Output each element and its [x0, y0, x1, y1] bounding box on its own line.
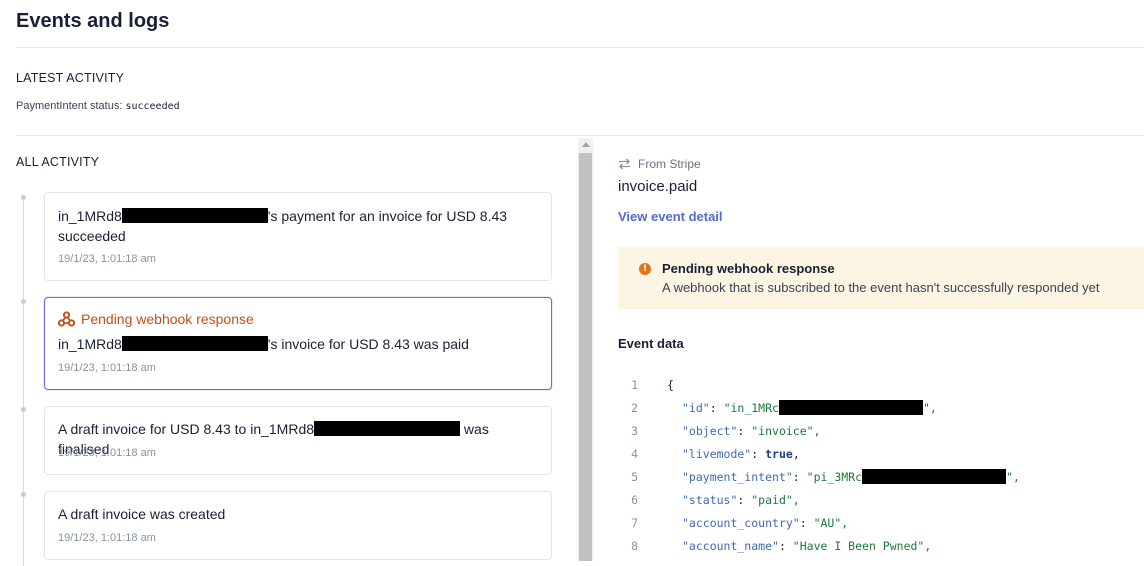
event-data-code[interactable]: 1 { 2 "id": "in_1MRc ", 3 "object": "invo…	[618, 374, 1144, 558]
page-title: Events and logs	[16, 10, 170, 32]
code-line: 8 "account_name": "Have I Been Pwned",	[631, 539, 932, 553]
timeline-dot	[21, 492, 26, 497]
code-line: 5 "payment_intent": "pi_3MRc ",	[631, 469, 1020, 484]
event-data-heading: Event data	[618, 336, 684, 351]
alert-title: Pending webhook response	[662, 261, 835, 276]
code-line: 6 "status": "paid",	[631, 493, 800, 507]
timeline-line	[23, 196, 24, 566]
pending-webhook-alert: ! Pending webhook response A webhook tha…	[618, 247, 1144, 309]
event-type: invoice.paid	[618, 178, 698, 195]
activity-card[interactable]: A draft invoice was created 19/1/23, 1:0…	[44, 491, 552, 560]
view-event-detail-link[interactable]: View event detail	[618, 209, 723, 224]
activity-card[interactable]: in_1MRd8's payment for an invoice for US…	[44, 192, 552, 281]
code-line: 2 "id": "in_1MRc ",	[631, 400, 937, 415]
activity-text: in_1MRd8's invoice for USD 8.43 was paid	[58, 336, 469, 352]
redaction	[862, 469, 1007, 484]
latest-activity-heading: LATEST ACTIVITY	[16, 71, 125, 85]
payment-status: PaymentIntent status: succeeded	[16, 100, 180, 112]
warning-icon: !	[639, 263, 651, 275]
activity-text: in_1MRd8's payment for an invoice for US…	[58, 208, 508, 244]
timeline-dot	[21, 299, 26, 304]
activity-timestamp: 19/1/23, 1:01:18 am	[58, 362, 156, 374]
activity-timestamp: 19/1/23, 1:01:18 am	[58, 532, 156, 544]
status-value: succeeded	[125, 101, 180, 112]
swap-arrows-icon	[619, 158, 630, 170]
scroll-up-arrow-icon[interactable]	[582, 142, 590, 147]
activity-timestamp: 19/1/23, 1:01:18 am	[58, 253, 156, 265]
alert-body: A webhook that is subscribed to the even…	[662, 280, 1100, 295]
redaction	[121, 336, 268, 351]
code-line: 3 "object": "invoice",	[631, 424, 821, 438]
redaction	[778, 400, 923, 415]
status-label: PaymentIntent status:	[16, 100, 123, 112]
code-line: 7 "account_country": "AU",	[631, 516, 849, 530]
activity-text: A draft invoice was created	[58, 506, 226, 522]
redaction	[314, 421, 461, 436]
event-source: From Stripe	[618, 157, 701, 171]
activity-card-selected[interactable]: Pending webhook response in_1MRd8's invo…	[44, 297, 552, 390]
redaction	[121, 208, 268, 223]
code-line: 1 {	[631, 378, 674, 392]
timeline-dot	[21, 195, 26, 200]
timeline-dot	[21, 407, 26, 412]
activity-timestamp: 19/1/23, 1:01:18 am	[58, 447, 156, 459]
pending-webhook-badge: Pending webhook response	[58, 311, 254, 327]
webhook-icon	[58, 311, 75, 327]
all-activity-heading: ALL ACTIVITY	[16, 155, 100, 169]
scrollbar-thumb[interactable]	[579, 153, 592, 561]
divider	[16, 135, 1144, 136]
activity-card[interactable]: A draft invoice for USD 8.43 to in_1MRd8…	[44, 406, 552, 475]
code-line: 4 "livemode": true,	[631, 447, 800, 461]
divider	[16, 47, 1144, 48]
